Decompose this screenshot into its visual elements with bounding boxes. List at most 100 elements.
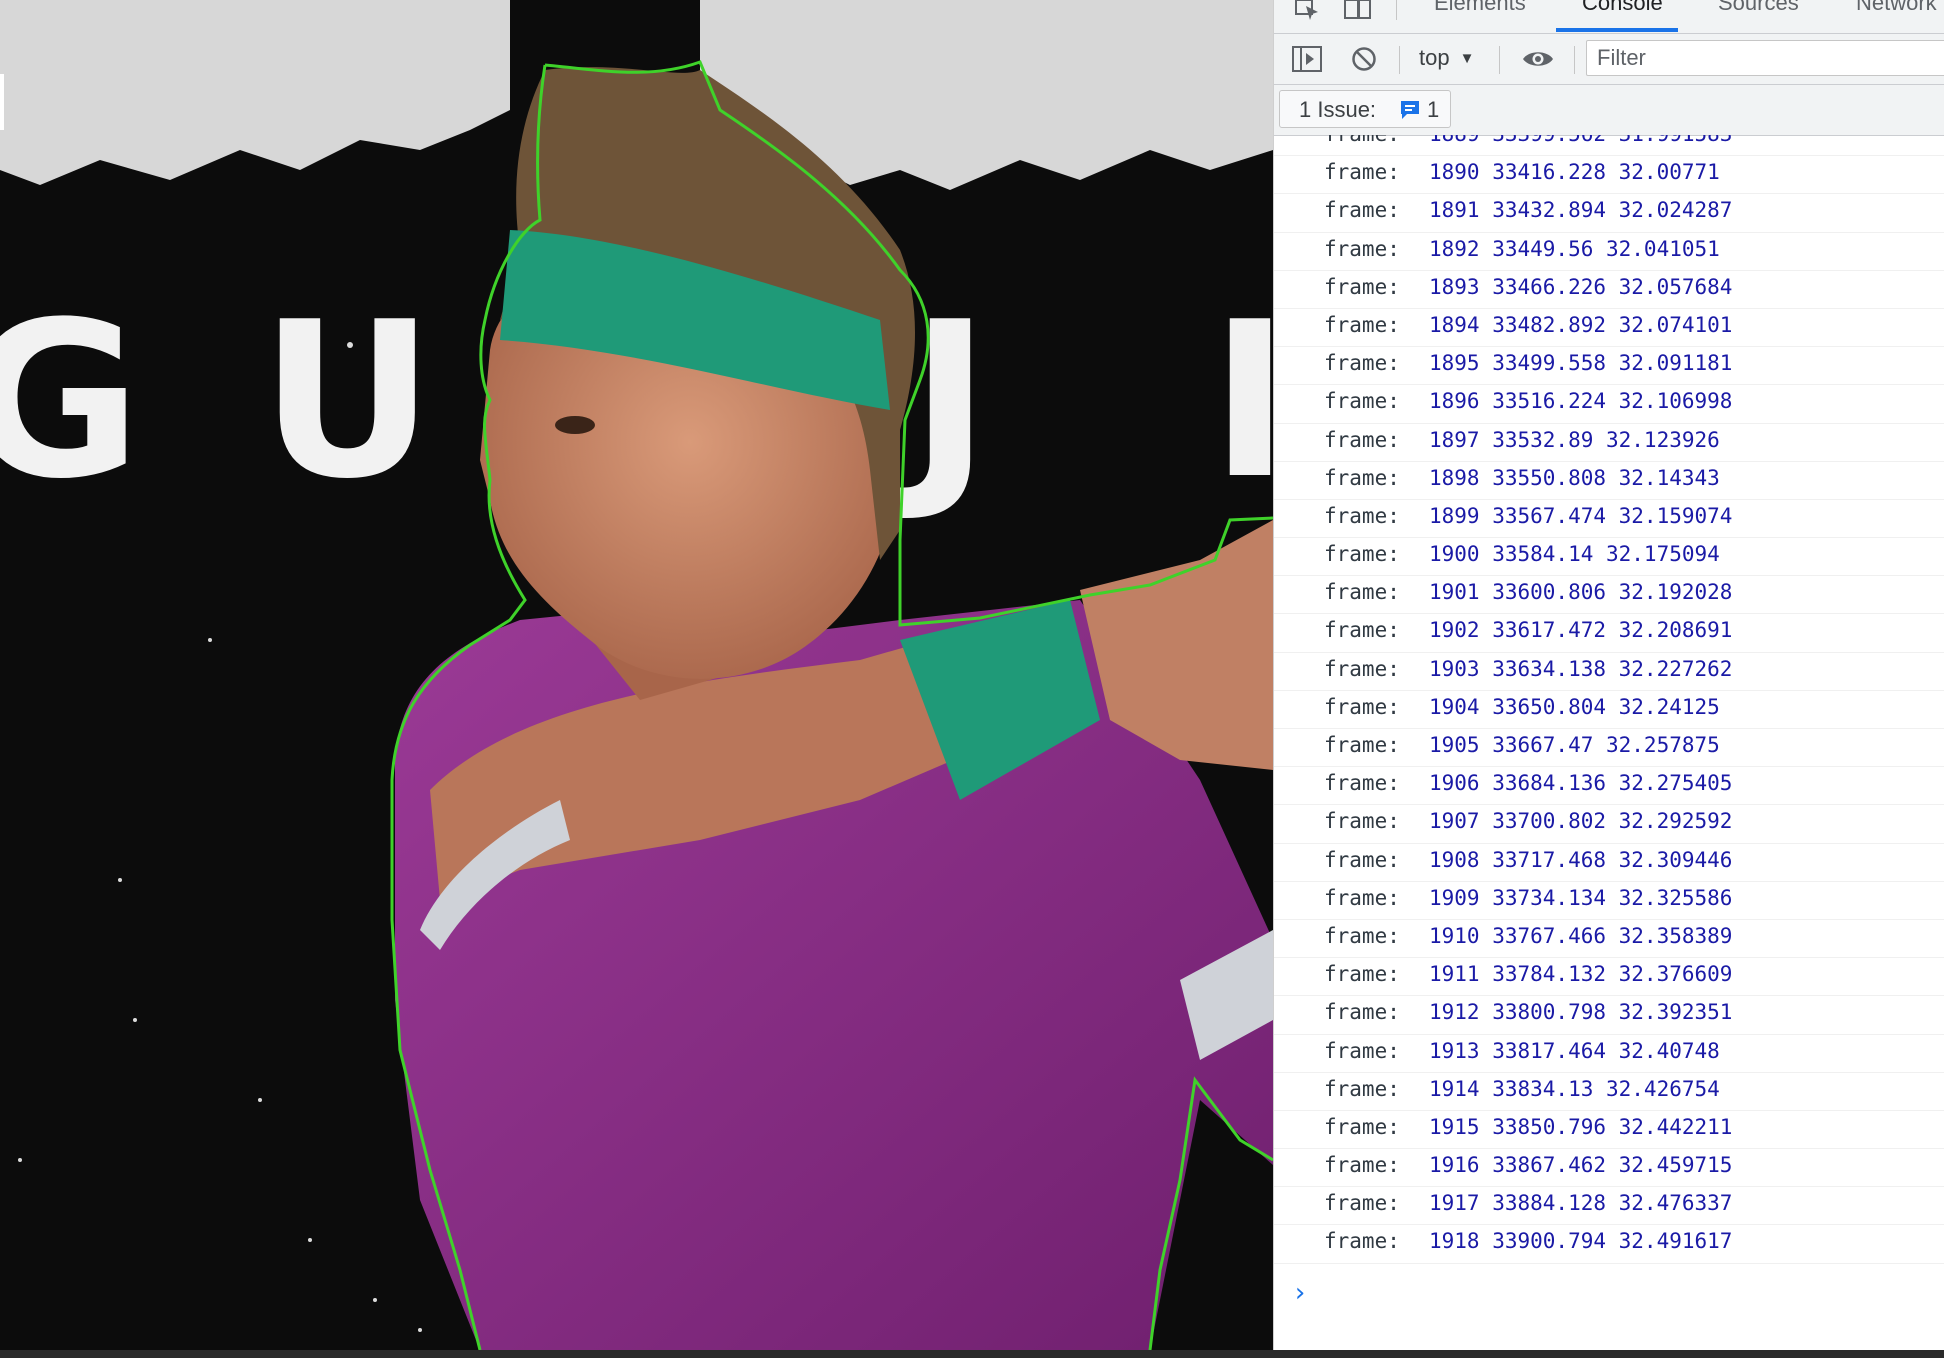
log-values: 1913 33817.464 32.40748 <box>1429 1038 1720 1063</box>
clear-console-icon[interactable] <box>1351 46 1377 72</box>
console-log-row: frame: 1900 33584.14 32.175094 <box>1274 538 1944 577</box>
log-label: frame: <box>1324 135 1400 146</box>
console-log-row: frame: 1916 33867.462 32.459715 <box>1274 1149 1944 1188</box>
console-log-row: frame: 1911 33784.132 32.376609 <box>1274 958 1944 997</box>
log-values: 1916 33867.462 32.459715 <box>1429 1153 1733 1178</box>
console-log-row: frame: 1896 33516.224 32.106998 <box>1274 385 1944 424</box>
log-label: frame: <box>1324 1114 1400 1139</box>
tab-console[interactable]: Console <box>1582 0 1663 16</box>
log-values: 1901 33600.806 32.192028 <box>1429 580 1733 605</box>
log-label: frame: <box>1324 160 1400 185</box>
log-label: frame: <box>1324 198 1400 223</box>
js-context-select[interactable]: top ▼ <box>1419 45 1474 71</box>
log-label: frame: <box>1324 694 1400 719</box>
log-label: frame: <box>1324 885 1400 910</box>
console-log-row: frame: 1906 33684.136 32.275405 <box>1274 767 1944 806</box>
log-values: 1889 33399.562 31.991583 <box>1429 135 1732 146</box>
log-label: frame: <box>1324 351 1400 376</box>
log-values: 1893 33466.226 32.057684 <box>1429 274 1733 299</box>
tab-elements[interactable]: Elements <box>1434 0 1526 16</box>
log-label: frame: <box>1324 1000 1400 1025</box>
log-values: 1904 33650.804 32.24125 <box>1429 694 1720 719</box>
console-log-row: frame: 1899 33567.474 32.159074 <box>1274 500 1944 539</box>
console-log-row: frame: 1903 33634.138 32.227262 <box>1274 653 1944 691</box>
log-label: frame: <box>1324 1229 1400 1254</box>
log-values: 1915 33850.796 32.442211 <box>1429 1114 1733 1139</box>
sidebar-toggle-icon[interactable] <box>1292 46 1322 72</box>
live-expression-eye-icon[interactable] <box>1522 48 1554 70</box>
log-label: frame: <box>1324 503 1400 528</box>
issues-bar: 1 Issue: 1 <box>1274 85 1944 136</box>
issues-label: 1 Issue: <box>1299 97 1377 122</box>
tab-sources[interactable]: Sources <box>1718 0 1799 16</box>
console-log-row: frame: 1907 33700.802 32.292592 <box>1274 805 1944 844</box>
console-filter-input[interactable] <box>1586 40 1944 76</box>
bottom-strip <box>0 1350 1944 1358</box>
log-label: frame: <box>1324 809 1400 834</box>
inspect-element-icon[interactable] <box>1294 0 1322 20</box>
console-log-row: frame: 1918 33900.794 32.491617 <box>1274 1225 1944 1264</box>
log-label: frame: <box>1324 580 1400 605</box>
log-values: 1918 33900.794 32.491617 <box>1429 1229 1733 1254</box>
log-label: frame: <box>1324 274 1400 299</box>
banner-letter: G <box>0 275 141 526</box>
console-log-row: frame: 1891 33432.894 32.024287 <box>1274 194 1944 233</box>
console-log-row: frame: 1892 33449.56 32.041051 <box>1274 233 1944 271</box>
video-frame: G U J I <box>0 0 1273 1350</box>
console-log-row: frame: 1889 33399.562 31.991583 <box>1274 135 1944 157</box>
log-label: frame: <box>1324 618 1400 643</box>
log-values: 1907 33700.802 32.292592 <box>1429 809 1733 834</box>
console-messages: frame: 1889 33399.562 31.991583 frame: 1890… <box>1274 135 1944 1350</box>
log-label: frame: <box>1324 847 1400 872</box>
log-values: 1911 33784.132 32.376609 <box>1429 962 1733 987</box>
log-values: 1902 33617.472 32.208691 <box>1429 618 1733 643</box>
log-values: 1906 33684.136 32.275405 <box>1429 771 1733 796</box>
issue-message-icon <box>1401 101 1419 119</box>
console-log-row: frame: 1914 33834.13 32.426754 <box>1274 1073 1944 1111</box>
log-values: 1910 33767.466 32.358389 <box>1429 923 1733 948</box>
log-values: 1890 33416.228 32.00771 <box>1429 160 1720 185</box>
log-label: frame: <box>1324 427 1400 452</box>
devtools-panel: Elements Console Sources Network top ▼ F… <box>1273 0 1944 1350</box>
log-values: 1912 33800.798 32.392351 <box>1429 1000 1733 1025</box>
console-prompt-chevron-icon[interactable]: › <box>1292 1278 1308 1308</box>
log-values: 1895 33499.558 32.091181 <box>1429 351 1733 376</box>
log-values: 1908 33717.468 32.309446 <box>1429 847 1733 872</box>
console-log-row: frame: 1901 33600.806 32.192028 <box>1274 576 1944 615</box>
tabbar-separator <box>1396 0 1397 20</box>
console-log-row: frame: 1904 33650.804 32.24125 <box>1274 691 1944 729</box>
log-label: frame: <box>1324 312 1400 337</box>
log-values: 1896 33516.224 32.106998 <box>1429 389 1733 414</box>
banner-letter: U <box>260 275 435 526</box>
issues-count: 1 <box>1427 97 1440 122</box>
console-log-row: frame: 1895 33499.558 32.091181 <box>1274 347 1944 386</box>
device-toolbar-icon[interactable] <box>1344 0 1372 20</box>
video-frame-image: G U J I <box>0 0 1273 1350</box>
tab-network[interactable]: Network <box>1856 0 1937 16</box>
log-label: frame: <box>1324 962 1400 987</box>
log-values: 1900 33584.14 32.175094 <box>1429 542 1720 567</box>
devtools-tabbar: Elements Console Sources Network <box>1274 0 1944 34</box>
console-log-row: frame: 1893 33466.226 32.057684 <box>1274 271 1944 309</box>
log-values: 1917 33884.128 32.476337 <box>1429 1191 1733 1216</box>
active-tab-indicator <box>1556 28 1678 32</box>
log-label: frame: <box>1324 1076 1400 1101</box>
log-label: frame: <box>1324 771 1400 796</box>
console-log-row: frame: 1909 33734.134 32.325586 <box>1274 882 1944 920</box>
toolbar-separator <box>1499 46 1500 74</box>
log-label: frame: <box>1324 733 1400 757</box>
console-log-row: frame: 1917 33884.128 32.476337 <box>1274 1187 1944 1226</box>
caret-down-icon: ▼ <box>1459 50 1475 67</box>
log-label: frame: <box>1324 389 1400 414</box>
log-values: 1892 33449.56 32.041051 <box>1429 236 1720 261</box>
log-label: frame: <box>1324 923 1400 948</box>
issues-button[interactable]: 1 Issue: 1 <box>1279 90 1451 128</box>
console-log-row: frame: 1897 33532.89 32.123926 <box>1274 424 1944 462</box>
log-values: 1891 33432.894 32.024287 <box>1429 198 1733 223</box>
console-log-row: frame: 1890 33416.228 32.00771 <box>1274 156 1944 195</box>
log-values: 1898 33550.808 32.14343 <box>1429 465 1720 490</box>
toolbar-separator <box>1399 46 1400 74</box>
console-log-row: frame: 1894 33482.892 32.074101 <box>1274 309 1944 348</box>
console-log-row: frame: 1910 33767.466 32.358389 <box>1274 920 1944 959</box>
toolbar-separator <box>1574 46 1575 74</box>
